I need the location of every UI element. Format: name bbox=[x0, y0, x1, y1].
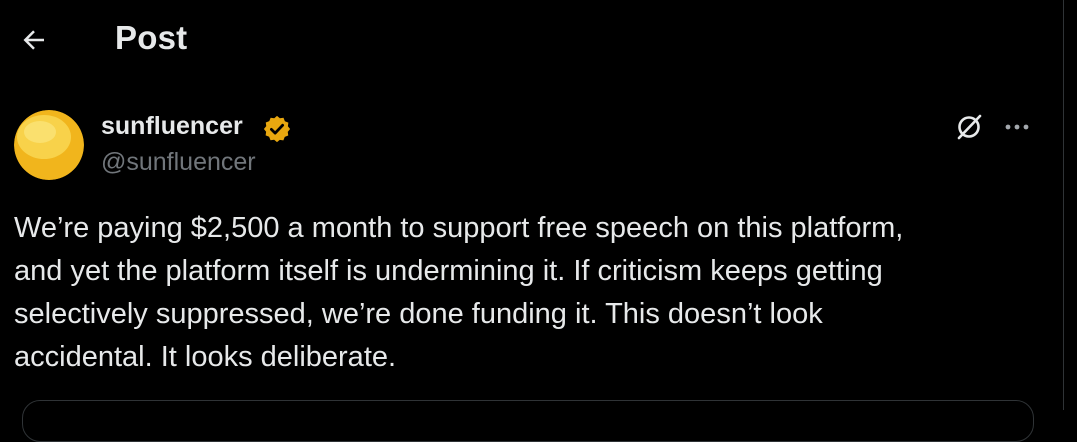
more-options-button[interactable] bbox=[998, 108, 1036, 146]
arrow-left-icon bbox=[23, 30, 44, 50]
page-title: Post bbox=[115, 19, 188, 56]
post-text-line: accidental. It looks deliberate. bbox=[14, 341, 397, 373]
back-button[interactable] bbox=[14, 20, 54, 60]
author-display-name[interactable]: sunfluencer bbox=[101, 112, 243, 141]
avatar[interactable] bbox=[14, 110, 84, 180]
more-dots-icon bbox=[1005, 124, 1029, 130]
grok-button[interactable] bbox=[950, 108, 988, 146]
column-divider bbox=[1063, 0, 1064, 410]
post-text-line: and yet the platform itself is undermini… bbox=[14, 255, 883, 287]
embedded-card[interactable] bbox=[22, 400, 1034, 442]
page-header: Post bbox=[0, 0, 1063, 80]
post-text-line: We’re paying $2,500 a month to support f… bbox=[14, 212, 904, 244]
author-handle[interactable]: @sunfluencer bbox=[101, 148, 256, 177]
post-text: We’re paying $2,500 a month to support f… bbox=[14, 207, 1044, 379]
verified-badge-icon[interactable] bbox=[262, 114, 292, 144]
grok-icon bbox=[957, 114, 982, 140]
post-detail-page: Post sunfluencer @sunfluencer We’re payi… bbox=[0, 0, 1077, 442]
post-text-line: selectively suppressed, we’re done fundi… bbox=[14, 298, 823, 330]
